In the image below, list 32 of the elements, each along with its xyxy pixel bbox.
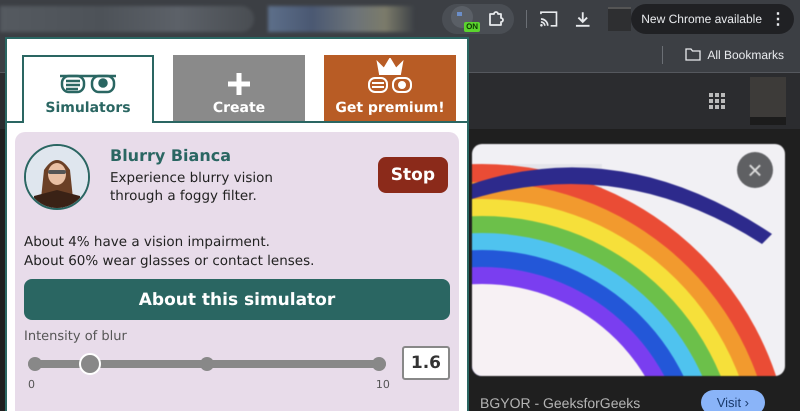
bookmark-folder[interactable]: All Bookmarks	[679, 46, 790, 62]
tick-mark	[28, 357, 42, 371]
fact-text: About 60% wear glasses or contact lenses.	[24, 252, 316, 271]
update-button[interactable]: New Chrome available ⋮	[631, 4, 794, 34]
apps-grid-icon[interactable]	[708, 92, 726, 110]
download-icon[interactable]	[574, 10, 592, 28]
tab[interactable]: Get premium!	[324, 55, 456, 121]
tab[interactable]: Simulators	[22, 55, 154, 123]
visit-button[interactable]: Visit ›	[700, 390, 765, 411]
fact-text: About 4% have a vision impairment.	[24, 233, 271, 252]
folder-icon	[685, 48, 702, 61]
plus-icon	[227, 72, 251, 96]
stop-button[interactable]: Stop	[378, 157, 448, 193]
slider-thumb[interactable]	[79, 353, 102, 375]
crown-glasses-icon	[367, 58, 413, 96]
image-caption: BGYOR - GeeksforGeeks	[480, 394, 640, 410]
update-label: New Chrome available	[641, 12, 762, 26]
slider-label: Intensity of blur	[24, 329, 128, 344]
tick-mark	[372, 357, 386, 371]
max-label: 10	[376, 378, 390, 391]
simulator-description: Experience blurry vision through a foggy filter.	[110, 169, 274, 205]
profile-avatar[interactable]	[608, 6, 632, 30]
min-label: 0	[28, 378, 35, 391]
menu-icon[interactable]: ⋮	[770, 8, 786, 28]
cast-icon[interactable]	[539, 10, 558, 28]
value-field[interactable]: 1.6	[402, 346, 450, 380]
simulator-name: Blurry Bianca	[110, 146, 232, 165]
puzzle-icon[interactable]	[486, 8, 506, 28]
glasses-icon	[58, 72, 118, 96]
extension-badge: ON	[464, 22, 480, 32]
about-button[interactable]: About this simulator	[24, 279, 450, 320]
tab[interactable]: Create	[173, 55, 305, 121]
